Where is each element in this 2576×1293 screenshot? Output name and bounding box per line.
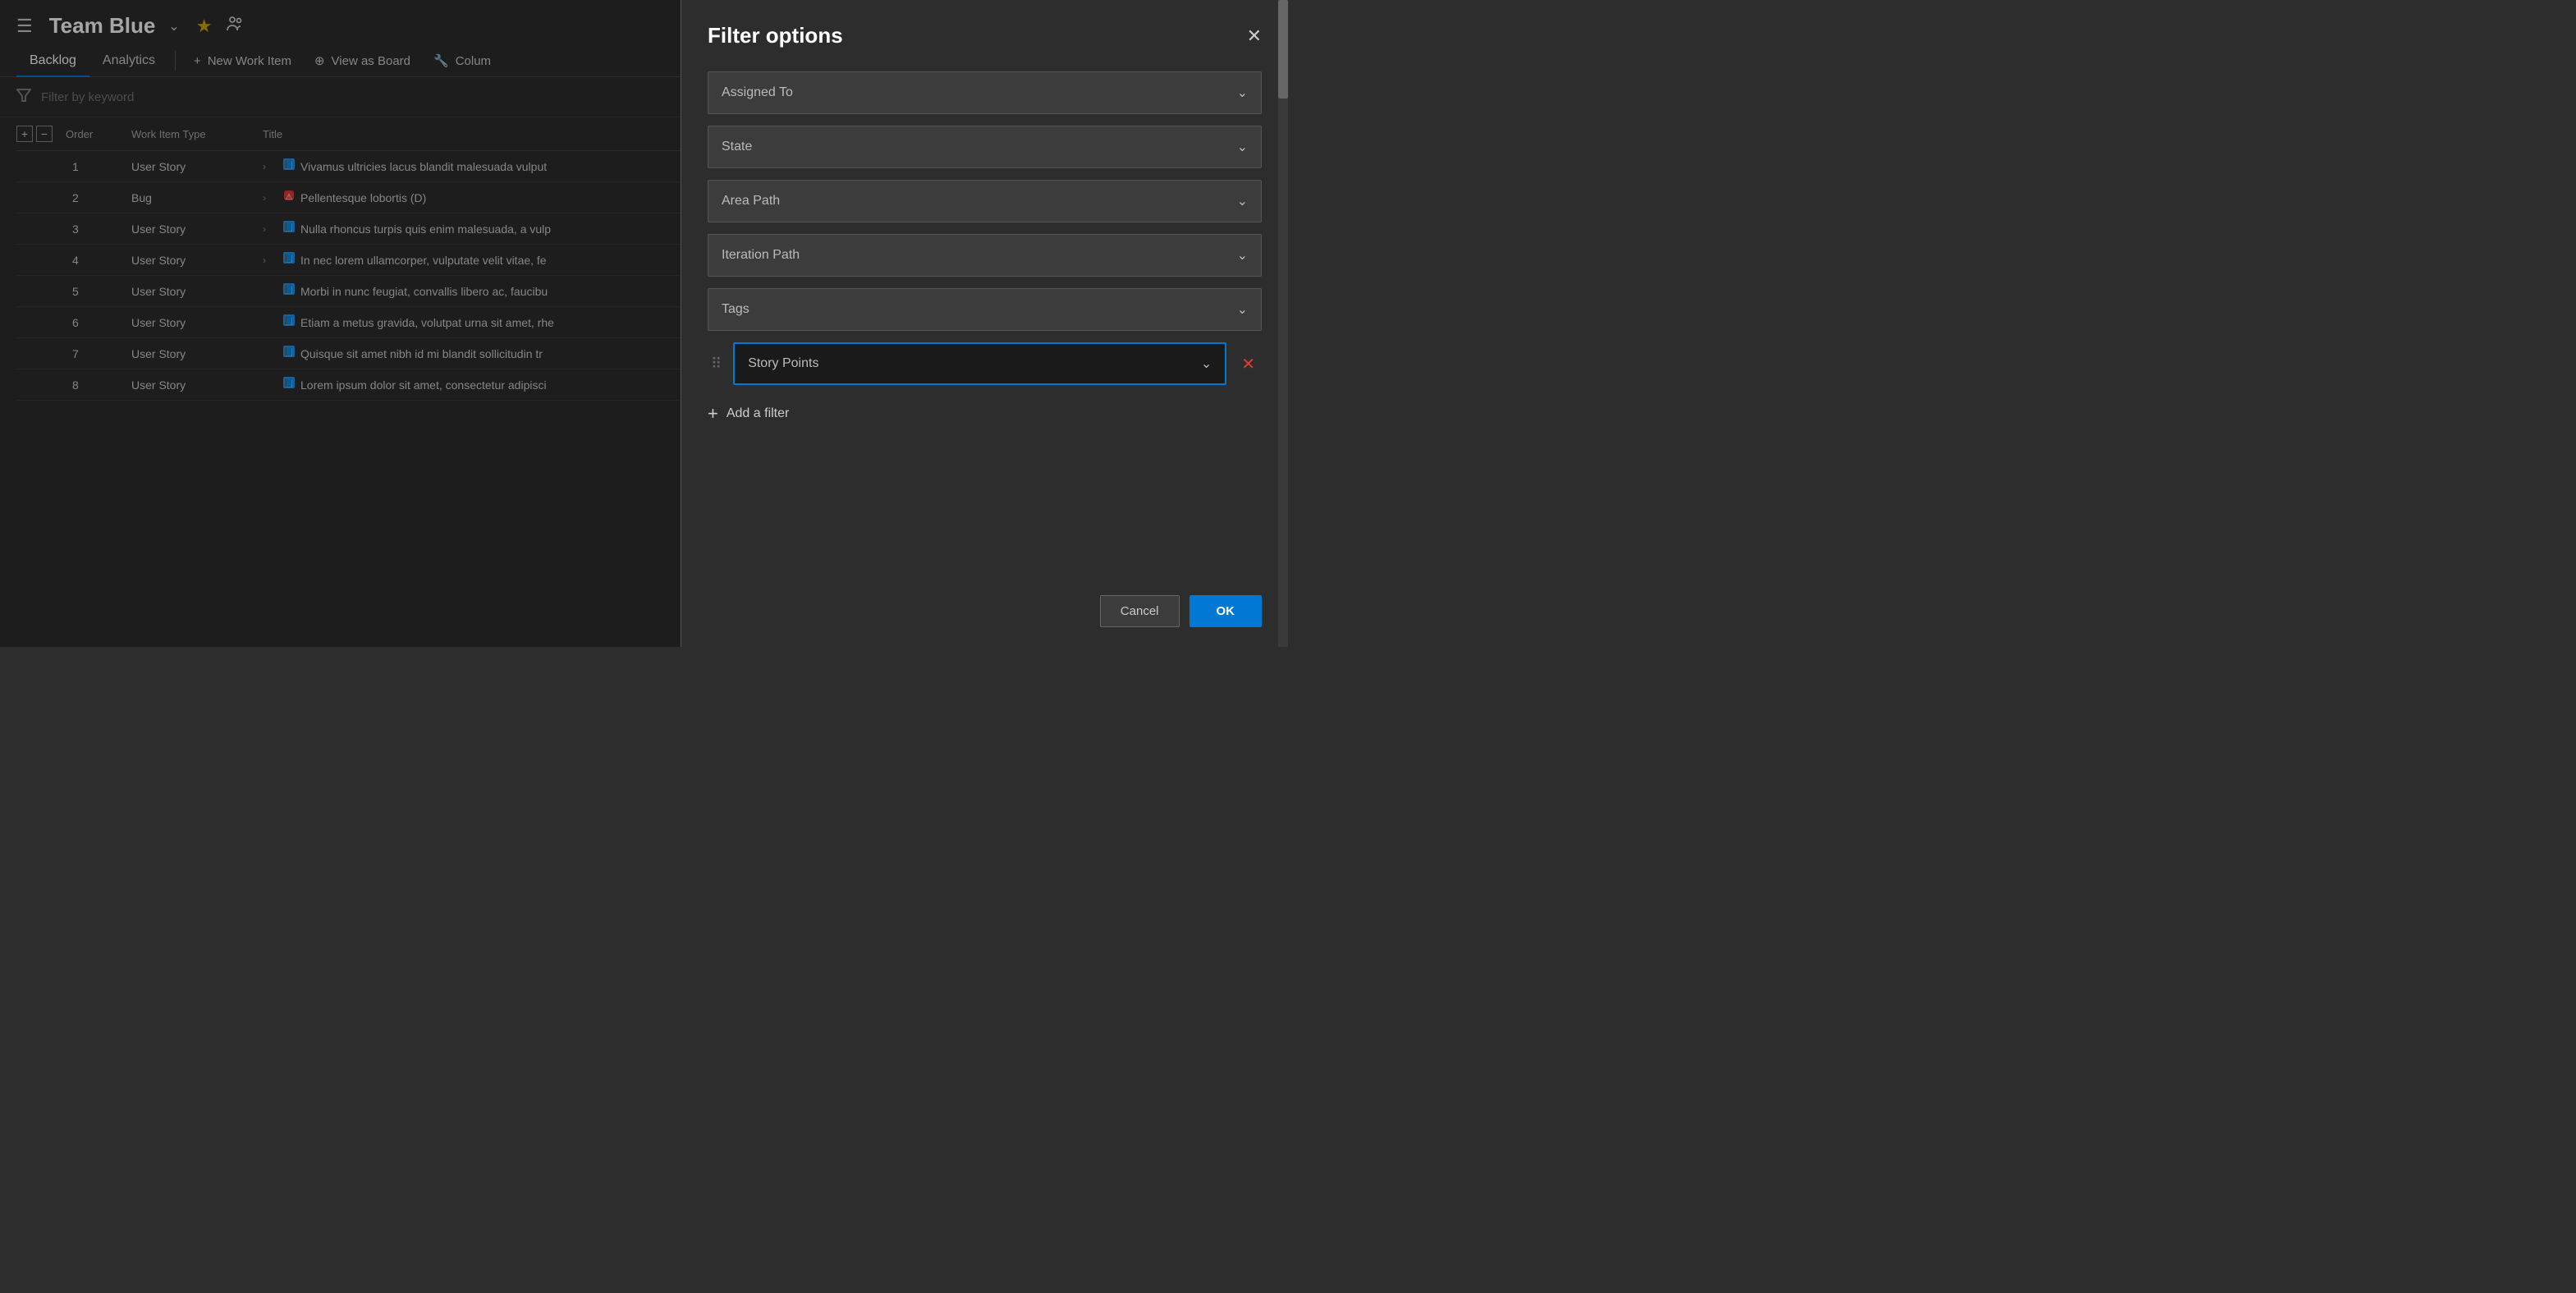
add-filter-button[interactable]: + Add a filter (708, 397, 1262, 431)
area-path-chevron-icon: ⌄ (1237, 193, 1248, 209)
assigned-to-dropdown[interactable]: Assigned To ⌄ (708, 71, 1262, 114)
area-path-dropdown[interactable]: Area Path ⌄ (708, 180, 1262, 222)
story-points-dropdown[interactable]: Story Points ⌄ (733, 342, 1226, 385)
ok-button[interactable]: OK (1189, 595, 1263, 627)
drag-handle-icon[interactable]: ⠿ (708, 352, 725, 376)
remove-story-points-button[interactable]: ✕ (1235, 351, 1262, 378)
panel-header: Filter options ✕ (681, 0, 1288, 65)
story-points-row: ⠿ Story Points ⌄ ✕ (708, 342, 1262, 385)
tags-dropdown[interactable]: Tags ⌄ (708, 288, 1262, 331)
story-points-chevron-icon: ⌄ (1201, 355, 1212, 372)
scroll-track (1278, 0, 1288, 647)
filter-options-panel: Filter options ✕ Assigned To ⌄ State ⌄ A… (681, 0, 1288, 647)
state-chevron-icon: ⌄ (1237, 139, 1248, 155)
close-panel-button[interactable]: ✕ (1247, 25, 1262, 47)
iteration-path-dropdown[interactable]: Iteration Path ⌄ (708, 234, 1262, 277)
panel-footer: Cancel OK (681, 582, 1288, 647)
panel-body: Assigned To ⌄ State ⌄ Area Path ⌄ Iterat… (681, 65, 1288, 582)
scroll-thumb[interactable] (1278, 0, 1288, 99)
add-filter-icon: + (708, 403, 718, 424)
iteration-path-chevron-icon: ⌄ (1237, 247, 1248, 264)
state-dropdown[interactable]: State ⌄ (708, 126, 1262, 168)
tags-chevron-icon: ⌄ (1237, 301, 1248, 318)
panel-title: Filter options (708, 23, 843, 48)
cancel-button[interactable]: Cancel (1100, 595, 1180, 627)
assigned-to-chevron-icon: ⌄ (1237, 85, 1248, 101)
